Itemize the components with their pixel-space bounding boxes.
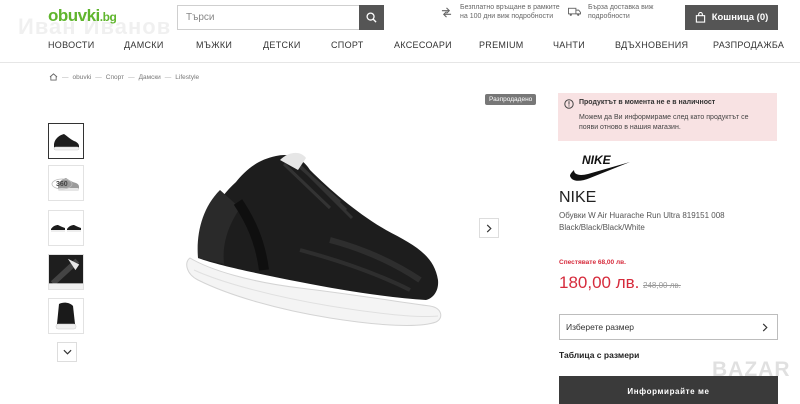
breadcrumb-item-sport[interactable]: Спорт [106, 74, 124, 81]
brand-name[interactable]: NIKE [559, 189, 596, 207]
next-image-button[interactable] [479, 218, 499, 238]
shoe-pair-icon [51, 225, 81, 232]
brand-logo[interactable]: NIKE [568, 150, 632, 189]
delivery-truck-icon [568, 7, 581, 16]
nav-item-women[interactable]: Дамски [124, 40, 164, 50]
breadcrumb-item-lifestyle[interactable]: Lifestyle [175, 74, 199, 81]
shoe-side-icon [53, 134, 80, 151]
search-icon [366, 12, 377, 23]
cart-label: Кошница (0) [711, 12, 769, 23]
breadcrumb-separator: — [164, 73, 172, 81]
nav-item-men[interactable]: Мъжки [196, 40, 232, 50]
return-arrows-icon [441, 7, 452, 18]
thumbnail-360[interactable]: 360 [48, 165, 84, 201]
nav-item-sale[interactable]: Разпродажба [713, 40, 784, 50]
shopping-bag-icon [695, 12, 705, 23]
current-price: 180,00 лв. [559, 273, 640, 292]
out-of-stock-alert: Продуктът в момента не е в наличност Мож… [558, 93, 777, 141]
product-title: Обувки W Air Huarache Run Ultra 819151 0… [559, 211, 725, 232]
home-icon[interactable] [49, 73, 58, 81]
thumbnail-1[interactable] [48, 123, 84, 159]
main-navigation: Новости Дамски Мъжки Детски Спорт Аксесо… [0, 40, 800, 54]
nav-item-sport[interactable]: Спорт [331, 40, 364, 50]
nav-item-bags[interactable]: Чанти [553, 40, 585, 50]
nav-item-new[interactable]: Новости [48, 40, 94, 50]
warning-circle-icon [564, 99, 574, 109]
fast-delivery-text: Бърза доставка виж подробности [588, 4, 654, 20]
product-main-image[interactable] [180, 130, 450, 330]
sold-out-badge: Разпродадено [485, 94, 537, 105]
breadcrumb: — obuvki — Спорт — Дамски — Lifestyle [49, 73, 199, 81]
size-select-label: Изберете размер [566, 322, 635, 332]
chevron-right-icon [486, 223, 492, 233]
alert-title: Продуктът в момента не е в наличност [579, 99, 716, 106]
thumbnail-4[interactable] [48, 254, 84, 290]
thumbnails-scroll-down-button[interactable] [57, 342, 77, 362]
shoe-detail-icon [49, 255, 83, 289]
alert-message: Можем да Ви информираме след като продук… [579, 114, 749, 131]
free-return-text: Безплатно връщане в рамките на 100 дни в… [460, 4, 560, 20]
thumbnail-5[interactable] [48, 298, 84, 334]
cart-button[interactable]: Кошница (0) [685, 5, 778, 30]
nav-item-inspirations[interactable]: Вдъхновения [615, 40, 688, 50]
thumbnail-3[interactable] [48, 210, 84, 246]
savings-text: Спестявате 68,00 лв. [559, 259, 626, 266]
logo-suffix: .bg [99, 10, 117, 24]
size-table-link[interactable]: Таблица с размери [559, 350, 639, 360]
bazar-watermark: BAZAR [712, 358, 791, 381]
chevron-down-icon [62, 349, 72, 355]
old-price: 248,00 лв. [643, 281, 681, 290]
nike-swoosh-icon: NIKE [570, 153, 630, 181]
site-logo[interactable]: obuvki.bg [48, 6, 117, 26]
shoe-360-icon: 360 [51, 178, 79, 191]
rotate-360-label: 360 [56, 181, 68, 188]
nav-item-accessories[interactable]: Аксесоари [394, 40, 452, 50]
chevron-right-icon [762, 322, 768, 332]
size-select[interactable]: Изберете размер [559, 314, 778, 340]
breadcrumb-separator: — [95, 73, 102, 81]
breadcrumb-item-women[interactable]: Дамски [139, 74, 161, 81]
sneaker-image-icon [186, 152, 442, 326]
search-bar [177, 5, 384, 30]
size-select-arrow [753, 322, 777, 332]
nav-item-kids[interactable]: Детски [263, 40, 301, 50]
shoe-heel-icon [55, 302, 77, 330]
breadcrumb-separator: — [128, 73, 135, 81]
brand-logo-text: NIKE [582, 153, 612, 167]
breadcrumb-item-home[interactable]: obuvki [73, 74, 92, 81]
nav-divider [0, 62, 800, 63]
breadcrumb-separator: — [62, 73, 69, 81]
search-input[interactable] [178, 6, 348, 29]
nav-item-premium[interactable]: Premium [479, 40, 524, 50]
logo-text: obuvki [48, 6, 100, 25]
search-button[interactable] [359, 5, 384, 30]
